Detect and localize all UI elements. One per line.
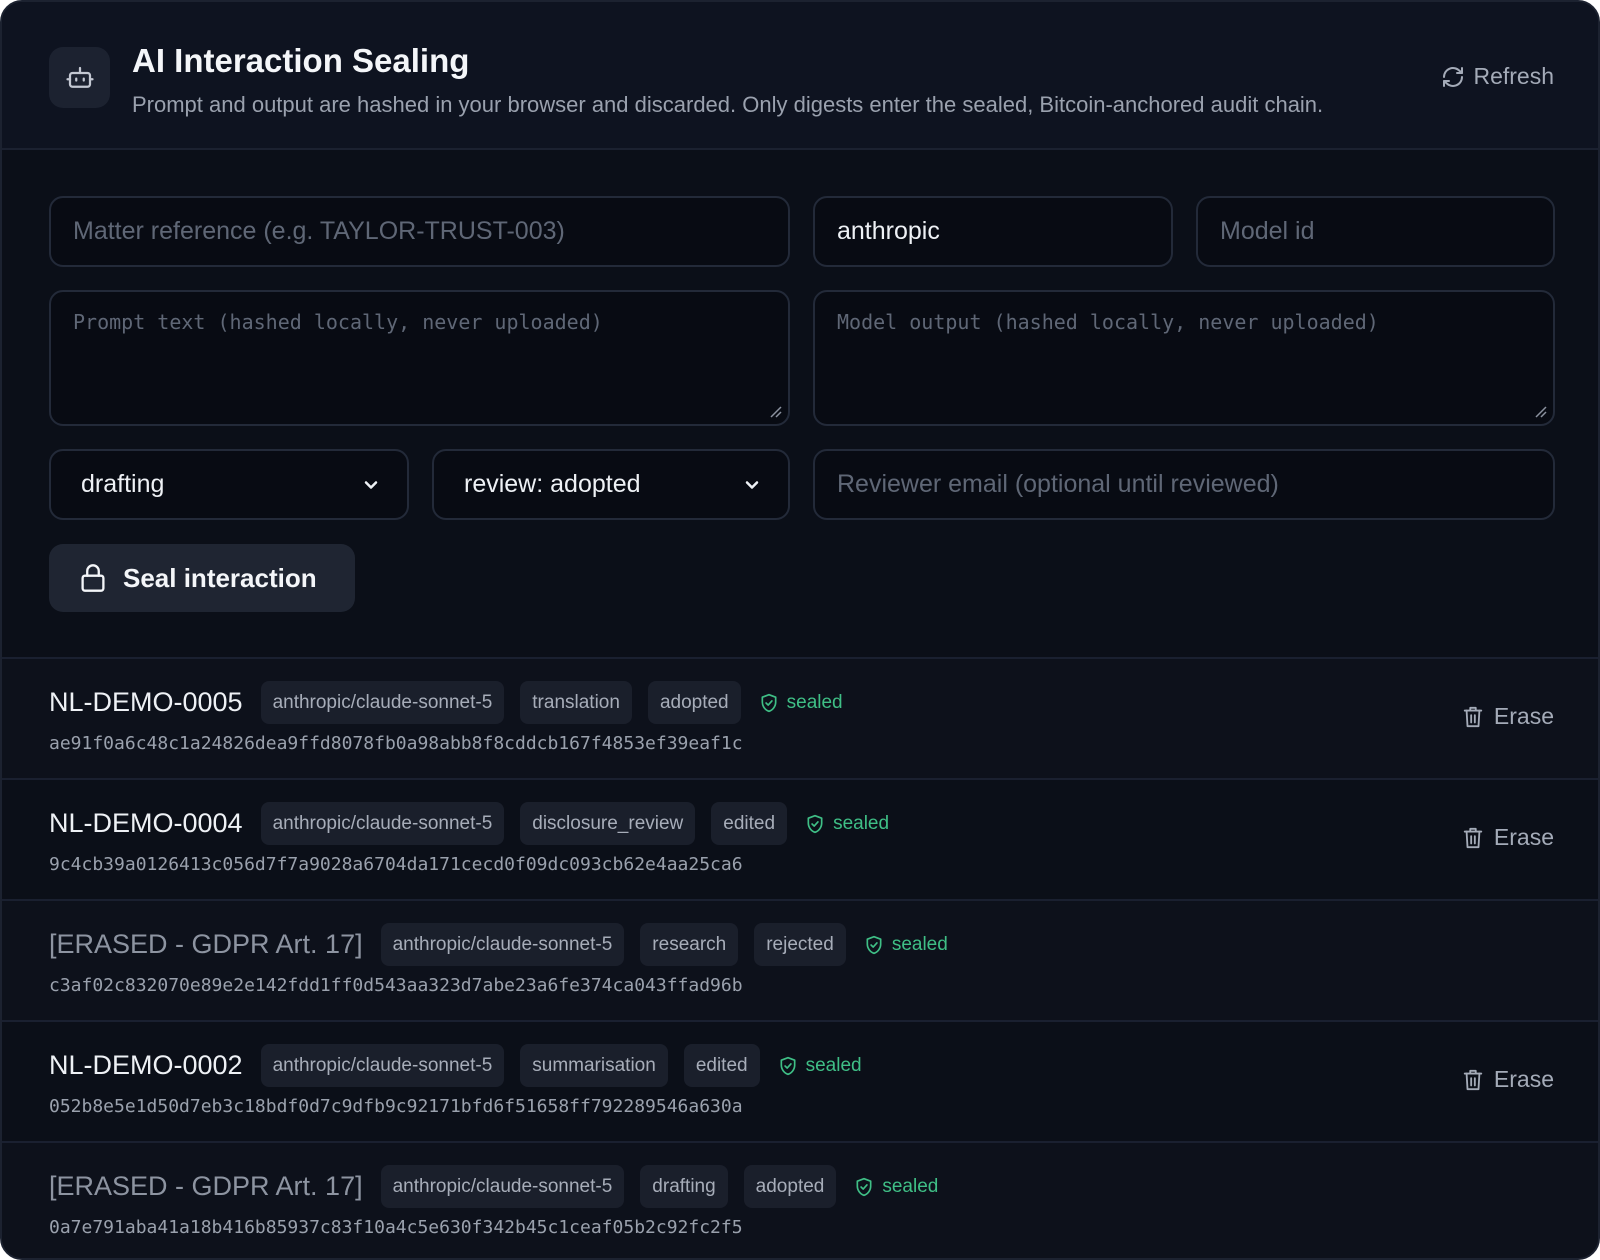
output-textarea[interactable]: Model output (hashed locally, never uplo… [813,290,1555,426]
record-reference: NL-DEMO-0004 [49,808,243,838]
shield-check-icon [866,935,882,954]
record-reference: [ERASED - GDPR Art. 17] [49,1171,363,1201]
purpose-select[interactable]: drafting [49,449,409,520]
record-hash: ae91f0a6c48c1a24826dea9ffd8078fb0a98abb8… [49,733,743,754]
resize-handle-icon[interactable] [1533,404,1547,418]
purpose-chip: research [640,923,739,966]
list-item: NL-DEMO-0005 anthropic/claude-sonnet-5 t… [2,657,1598,778]
shield-check-icon [761,693,777,712]
erase-label: Erase [1493,824,1554,850]
erase-button[interactable]: Erase [1462,1066,1554,1093]
purpose-chip: summarisation [520,1044,668,1087]
robot-icon [49,47,110,108]
lock-icon [81,564,105,592]
model-id-input[interactable]: Model id [1196,196,1555,267]
record-hash: 0a7e791aba41a18b416b85937c83f10a4c5e630f… [49,1217,743,1238]
status-label: sealed [786,691,843,713]
model-chip: anthropic/claude-sonnet-5 [260,681,505,724]
refresh-button[interactable]: Refresh [1441,63,1554,90]
record-reference: NL-DEMO-0005 [49,687,243,717]
shield-check-icon [780,1056,796,1075]
chevron-down-icon [745,480,759,489]
status-label: sealed [891,933,948,955]
panel-header: AI Interaction Sealing Prompt and output… [2,2,1598,150]
review-chip: edited [711,802,788,845]
status-badge: sealed [805,813,889,835]
review-select-value: review: adopted [464,470,641,498]
erase-button[interactable]: Erase [1462,824,1554,851]
purpose-chip: drafting [640,1165,728,1208]
status-label: sealed [805,1054,862,1076]
model-chip: anthropic/claude-sonnet-5 [260,802,505,845]
seal-interaction-button[interactable]: Seal interaction [49,544,355,612]
status-badge: sealed [759,692,843,714]
trash-icon [1463,1069,1483,1090]
list-item: [ERASED - GDPR Art. 17] anthropic/claude… [2,899,1598,1020]
model-chip: anthropic/claude-sonnet-5 [380,923,625,966]
review-chip: adopted [647,681,741,724]
review-chip: rejected [754,923,846,966]
sealed-records-list: NL-DEMO-0005 anthropic/claude-sonnet-5 t… [2,657,1598,1258]
prompt-textarea[interactable]: Prompt text (hashed locally, never uploa… [49,290,790,426]
record-hash: 052b8e5e1d50d7eb3c18bdf0d7c9dfb9c92171bf… [49,1096,743,1117]
page-title: AI Interaction Sealing [132,42,470,79]
status-badge: sealed [854,1176,938,1198]
trash-icon [1463,706,1483,727]
seal-button-label: Seal interaction [123,562,317,593]
ai-sealing-panel: AI Interaction Sealing Prompt and output… [0,0,1600,1260]
purpose-chip: disclosure_review [520,802,696,845]
model-chip: anthropic/claude-sonnet-5 [380,1165,625,1208]
status-label: sealed [833,812,890,834]
page-subtitle: Prompt and output are hashed in your bro… [132,92,1324,117]
review-chip: adopted [743,1165,837,1208]
record-hash: c3af02c832070e89e2e142fdd1ff0d543aa323d7… [49,975,743,996]
review-select[interactable]: review: adopted [432,449,790,520]
status-badge: sealed [778,1055,862,1077]
shield-check-icon [807,814,823,833]
provider-input[interactable]: anthropic [813,196,1173,267]
erase-label: Erase [1493,703,1554,729]
review-chip: edited [683,1044,760,1087]
record-reference: NL-DEMO-0002 [49,1050,243,1080]
status-badge: sealed [864,934,948,956]
matter-reference-input[interactable]: Matter reference (e.g. TAYLOR-TRUST-003) [49,196,790,267]
erase-button[interactable]: Erase [1462,703,1554,730]
list-item: NL-DEMO-0004 anthropic/claude-sonnet-5 d… [2,778,1598,899]
status-label: sealed [882,1175,939,1197]
refresh-icon [1443,66,1464,87]
erase-label: Erase [1493,1066,1554,1092]
model-chip: anthropic/claude-sonnet-5 [260,1044,505,1087]
output-placeholder: Model output (hashed locally, never uplo… [837,310,1379,334]
record-hash: 9c4cb39a0126413c056d7f7a9028a6704da171ce… [49,854,743,875]
purpose-chip: translation [520,681,632,724]
reviewer-email-input[interactable]: Reviewer email (optional until reviewed) [813,449,1555,520]
record-reference: [ERASED - GDPR Art. 17] [49,929,363,959]
resize-handle-icon[interactable] [768,404,782,418]
prompt-placeholder: Prompt text (hashed locally, never uploa… [73,310,603,334]
list-item: NL-DEMO-0002 anthropic/claude-sonnet-5 s… [2,1020,1598,1141]
list-item: [ERASED - GDPR Art. 17] anthropic/claude… [2,1141,1598,1258]
shield-check-icon [856,1177,872,1196]
trash-icon [1463,827,1483,848]
purpose-select-value: drafting [81,470,165,498]
refresh-label: Refresh [1473,63,1554,89]
chevron-down-icon [364,480,378,489]
